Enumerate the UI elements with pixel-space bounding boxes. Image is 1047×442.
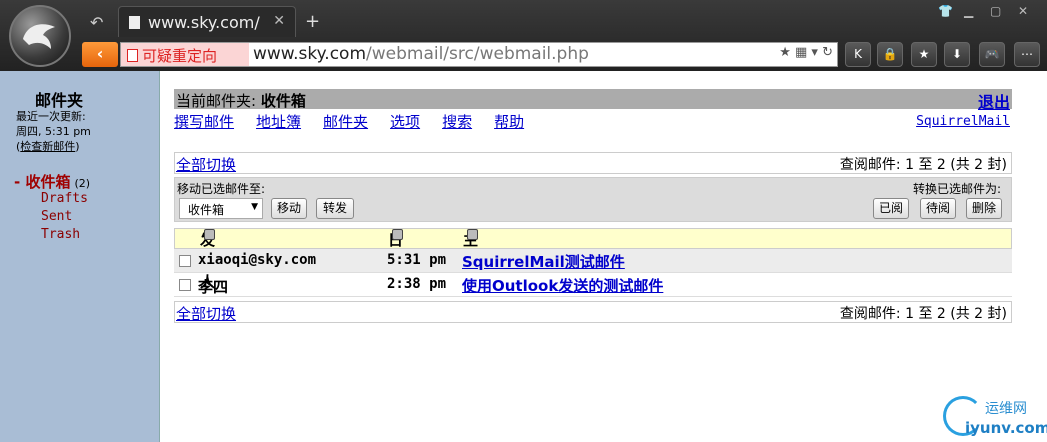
sort-icon[interactable] <box>392 229 403 240</box>
nav-options[interactable]: 选项 <box>390 113 420 131</box>
document-icon <box>127 49 138 62</box>
skin-icon[interactable]: 👕 <box>938 4 953 18</box>
table-row[interactable]: 李四 2:38 pm 使用Outlook发送的测试邮件 <box>174 273 1012 297</box>
mark-read-button[interactable]: 已阅 <box>873 198 909 219</box>
row-subject[interactable]: SquirrelMail测试邮件 <box>462 251 625 272</box>
qr-code-icon[interactable]: ▦ <box>795 45 807 60</box>
nav-help[interactable]: 帮助 <box>494 113 524 131</box>
move-target-select[interactable]: 收件箱 ▼ <box>179 198 263 219</box>
bookmark-star-icon[interactable]: ★ <box>779 45 791 60</box>
current-folder-bar: 当前邮件夹: 收件箱 退出 <box>174 89 1012 112</box>
row-checkbox[interactable] <box>179 279 191 291</box>
url-text[interactable]: www.sky.com/webmail/src/webmail.php <box>253 44 589 64</box>
close-window-icon[interactable]: ✕ <box>1018 4 1028 18</box>
pager-info: 查阅邮件: 1 至 2 (共 2 封) <box>839 157 1007 173</box>
pager-top: 全部切换 查阅邮件: 1 至 2 (共 2 封) <box>174 152 1012 174</box>
folder-drafts[interactable]: Drafts <box>41 191 88 206</box>
last-update-time: 周四, 5:31 pm <box>16 125 91 138</box>
row-date: 5:31 pm <box>387 252 447 268</box>
row-from: 李四 <box>198 278 229 296</box>
last-update: 最近一次更新: 周四, 5:31 pm (检查新邮件) <box>16 110 91 153</box>
table-row[interactable]: xiaoqi@sky.com 5:31 pm SquirrelMail测试邮件 <box>174 249 1012 273</box>
redirect-warning[interactable]: 可疑重定向 <box>121 43 249 66</box>
dropdown-icon[interactable]: ▾ <box>811 45 818 60</box>
inbox-count: (2) <box>74 177 91 190</box>
watermark-en: iyunv.com <box>965 419 1047 437</box>
download-icon[interactable]: ⬇ <box>944 42 970 67</box>
sort-icon[interactable] <box>467 229 478 240</box>
forward-button[interactable]: 转发 <box>316 198 354 219</box>
row-subject[interactable]: 使用Outlook发送的测试邮件 <box>462 275 663 296</box>
folder-inbox[interactable]: - 收件箱 (2) <box>14 171 90 192</box>
address-bar[interactable]: 可疑重定向 www.sky.com/webmail/src/webmail.ph… <box>120 42 838 67</box>
browser-tab[interactable]: www.sky.com/ ✕ <box>118 6 296 37</box>
logout-link[interactable]: 退出 <box>978 89 1010 113</box>
inbox-label: 收件箱 <box>25 173 71 191</box>
pager-info: 查阅邮件: 1 至 2 (共 2 封) <box>839 306 1007 322</box>
redirect-label: 可疑重定向 <box>142 47 218 65</box>
refresh-icon[interactable]: ↻ <box>822 45 833 60</box>
cheetah-icon <box>23 24 55 49</box>
maximize-icon[interactable]: ▢ <box>990 4 1001 18</box>
url-path: /webmail/src/webmail.php <box>366 44 589 64</box>
sidebar-title: 邮件夹 <box>34 91 83 110</box>
menu-icon[interactable]: ⋯ <box>1014 42 1040 67</box>
last-update-label: 最近一次更新: <box>16 110 86 123</box>
nav-compose[interactable]: 撰写邮件 <box>174 113 234 131</box>
nav-search[interactable]: 搜索 <box>442 113 472 131</box>
table-header: 发件人 日期 主题 <box>174 228 1012 291</box>
sort-icon[interactable] <box>204 229 215 240</box>
tab-close-icon[interactable]: ✕ <box>273 13 285 29</box>
move-button[interactable]: 移动 <box>271 198 307 219</box>
watermark-cn: 运维网 <box>985 401 1027 417</box>
chevron-down-icon: ▼ <box>251 202 258 212</box>
lock-icon[interactable]: 🔒 <box>877 42 903 67</box>
toggle-all-link[interactable]: 全部切换 <box>176 154 236 175</box>
folder-sidebar: 邮件夹 最近一次更新: 周四, 5:31 pm (检查新邮件) - 收件箱 (2)… <box>0 71 160 442</box>
back-button[interactable]: ‹ <box>82 42 118 67</box>
toggle-all-link[interactable]: 全部切换 <box>176 303 236 324</box>
folder-trash[interactable]: Trash <box>41 227 80 242</box>
browser-logo[interactable] <box>9 5 71 67</box>
squirrelmail-link[interactable]: SquirrelMail <box>916 114 1010 129</box>
nav-links: 撰写邮件 地址簿 邮件夹 选项 搜索 帮助 <box>174 111 546 132</box>
message-table: 发件人 日期 主题 xiaoqi@sky.com 5:31 pm Squirre… <box>174 228 1012 297</box>
minimize-icon[interactable]: ▁ <box>964 4 973 18</box>
address-toolbar: ‹ 可疑重定向 www.sky.com/webmail/src/webmail.… <box>80 42 1047 70</box>
mark-unread-button[interactable]: 待阅 <box>920 198 956 219</box>
delete-button[interactable]: 删除 <box>966 198 1002 219</box>
gamepad-icon[interactable]: 🎮 <box>979 42 1005 67</box>
watermark-logo: 运维网 iyunv.com <box>943 392 1047 442</box>
current-folder-label: 当前邮件夹: <box>176 92 257 110</box>
address-icons: ★ ▦ ▾ ↻ <box>779 45 833 60</box>
actions-bar: 移动已选邮件至: 转换已选邮件为: 收件箱 ▼ 移动 转发 已阅 待阅 删除 <box>174 177 1012 222</box>
browser-chrome: ↶ www.sky.com/ ✕ + 👕 ▁ ▢ ✕ ‹ 可疑重定向 www.s… <box>0 0 1047 71</box>
k-icon[interactable]: K <box>845 42 871 67</box>
url-host: www.sky.com <box>253 44 366 64</box>
undo-close-tab-icon[interactable]: ↶ <box>90 13 103 32</box>
folder-sent[interactable]: Sent <box>41 209 72 224</box>
favorites-icon[interactable]: ★ <box>911 42 937 67</box>
page-icon <box>129 16 140 29</box>
check-mail-link[interactable]: 检查新邮件 <box>20 140 75 153</box>
row-date: 2:38 pm <box>387 276 447 292</box>
current-folder: 收件箱 <box>260 92 306 110</box>
move-label: 移动已选邮件至: <box>177 182 266 196</box>
row-checkbox[interactable] <box>179 255 191 267</box>
new-tab-icon[interactable]: + <box>305 11 320 32</box>
nav-addresses[interactable]: 地址簿 <box>256 113 301 131</box>
pager-bottom: 全部切换 查阅邮件: 1 至 2 (共 2 封) <box>174 301 1012 323</box>
nav-folders[interactable]: 邮件夹 <box>323 113 368 131</box>
webmail-page: 邮件夹 最近一次更新: 周四, 5:31 pm (检查新邮件) - 收件箱 (2)… <box>0 71 1047 442</box>
move-target-value: 收件箱 <box>188 203 225 217</box>
convert-label: 转换已选邮件为: <box>912 182 1001 196</box>
row-from: xiaoqi@sky.com <box>198 252 317 268</box>
tab-title: www.sky.com/ <box>148 13 260 32</box>
